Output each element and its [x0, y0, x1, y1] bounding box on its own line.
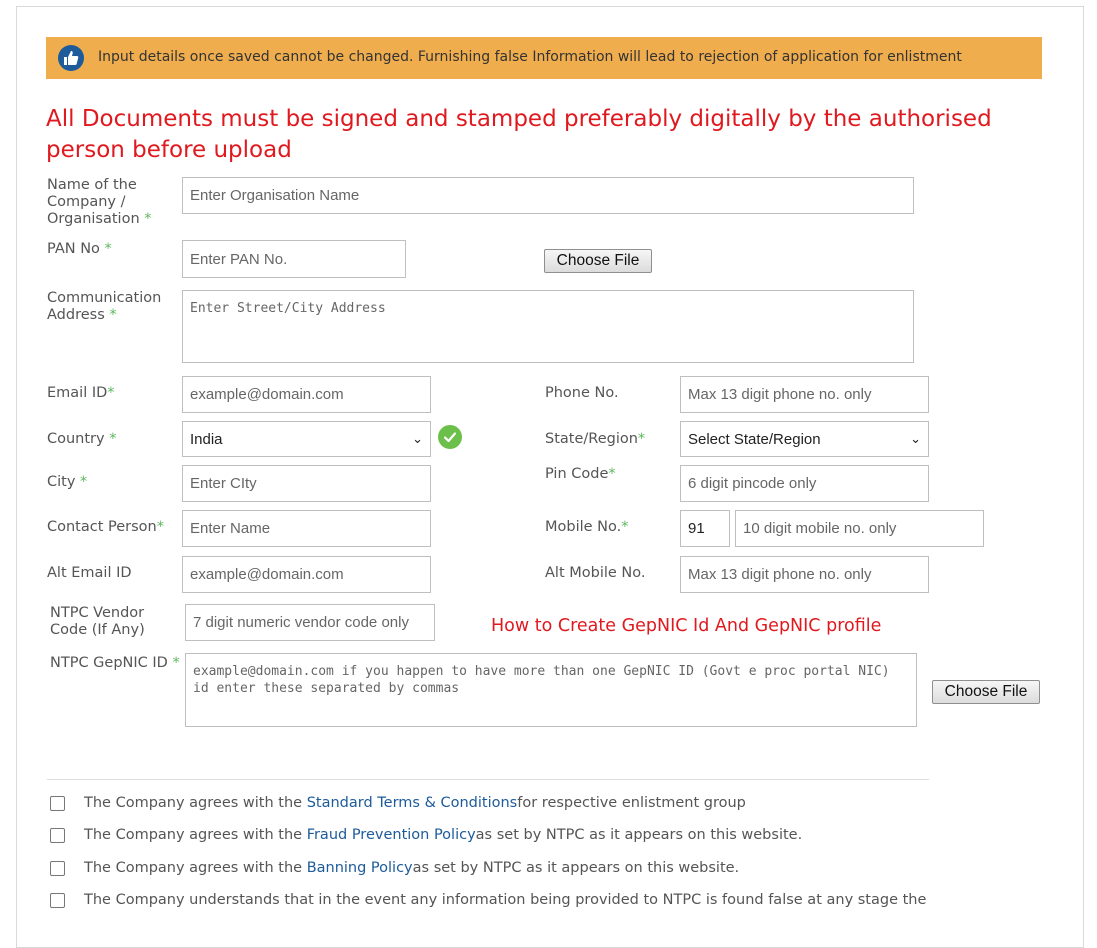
- banner-text: Input details once saved cannot be chang…: [98, 49, 962, 65]
- contact-person-label: Contact Person*: [47, 519, 164, 535]
- agreement-checkbox[interactable]: [50, 827, 65, 843]
- pan-choose-file-button[interactable]: Choose File: [544, 249, 652, 273]
- agreement-row: The Company understands that in the even…: [50, 892, 926, 908]
- email-label: Email ID*: [47, 385, 115, 401]
- terms-link[interactable]: Standard Terms & Conditions: [307, 795, 518, 811]
- pan-input[interactable]: Enter PAN No.: [182, 240, 406, 278]
- documents-notice: All Documents must be signed and stamped…: [46, 106, 992, 163]
- alt-email-label: Alt Email ID: [47, 565, 132, 581]
- org-name-input[interactable]: Enter Organisation Name: [182, 177, 914, 214]
- email-input[interactable]: example@domain.com: [182, 376, 431, 413]
- state-label: State/Region*: [545, 431, 646, 447]
- mobile-input[interactable]: 10 digit mobile no. only: [735, 510, 984, 547]
- city-label: City *: [47, 474, 88, 490]
- divider: [47, 779, 929, 780]
- vendor-code-input[interactable]: 7 digit numeric vendor code only: [185, 604, 435, 641]
- phone-label: Phone No.: [545, 385, 619, 401]
- state-select-value: Select State/Region: [688, 430, 821, 448]
- agreement-checkbox[interactable]: [50, 892, 65, 908]
- info-banner: Input details once saved cannot be chang…: [46, 37, 1042, 79]
- country-select-value: India: [190, 430, 223, 448]
- org-name-label: Name of the Company / Organisation *: [47, 177, 152, 227]
- pan-label: PAN No *: [47, 241, 112, 257]
- thumbs-up-icon: [58, 45, 84, 71]
- gepnic-textarea[interactable]: example@domain.com if you happen to have…: [185, 653, 917, 727]
- pincode-input[interactable]: 6 digit pincode only: [680, 465, 929, 502]
- agreement-checkbox[interactable]: [50, 860, 65, 876]
- agreement-row: The Company agrees with the Standard Ter…: [50, 795, 746, 811]
- alt-mobile-label: Alt Mobile No.: [545, 565, 646, 581]
- gepnic-choose-file-button[interactable]: Choose File: [932, 680, 1040, 704]
- chevron-down-icon: ⌄: [412, 431, 423, 446]
- banning-policy-link[interactable]: Banning Policy: [307, 860, 413, 876]
- alt-email-input[interactable]: example@domain.com: [182, 556, 431, 593]
- state-select[interactable]: Select State/Region ⌄: [680, 421, 929, 457]
- contact-person-input[interactable]: Enter Name: [182, 510, 431, 547]
- agreement-row: The Company agrees with the Fraud Preven…: [50, 827, 802, 843]
- mobile-label: Mobile No.*: [545, 519, 629, 535]
- address-label: Communication Address *: [47, 290, 162, 323]
- country-label: Country *: [47, 431, 117, 447]
- fraud-policy-link[interactable]: Fraud Prevention Policy: [307, 827, 476, 843]
- gepnic-help-link[interactable]: How to Create GepNIC Id And GepNIC profi…: [491, 616, 881, 636]
- city-input[interactable]: Enter CIty: [182, 465, 431, 502]
- phone-input[interactable]: Max 13 digit phone no. only: [680, 376, 929, 413]
- address-textarea[interactable]: Enter Street/City Address: [182, 290, 914, 363]
- alt-mobile-input[interactable]: Max 13 digit phone no. only: [680, 556, 929, 593]
- pincode-label: Pin Code*: [545, 466, 616, 482]
- mobile-country-code-input[interactable]: 91: [680, 510, 730, 547]
- vendor-code-label: NTPC Vendor Code (If Any): [50, 605, 145, 638]
- agreement-row: The Company agrees with the Banning Poli…: [50, 860, 739, 876]
- chevron-down-icon: ⌄: [910, 431, 921, 446]
- country-select[interactable]: India ⌄: [182, 421, 431, 457]
- agreement-checkbox[interactable]: [50, 795, 65, 811]
- gepnic-label: NTPC GepNIC ID *: [50, 655, 180, 671]
- check-circle-icon: [438, 425, 462, 449]
- required-mark: *: [144, 211, 152, 227]
